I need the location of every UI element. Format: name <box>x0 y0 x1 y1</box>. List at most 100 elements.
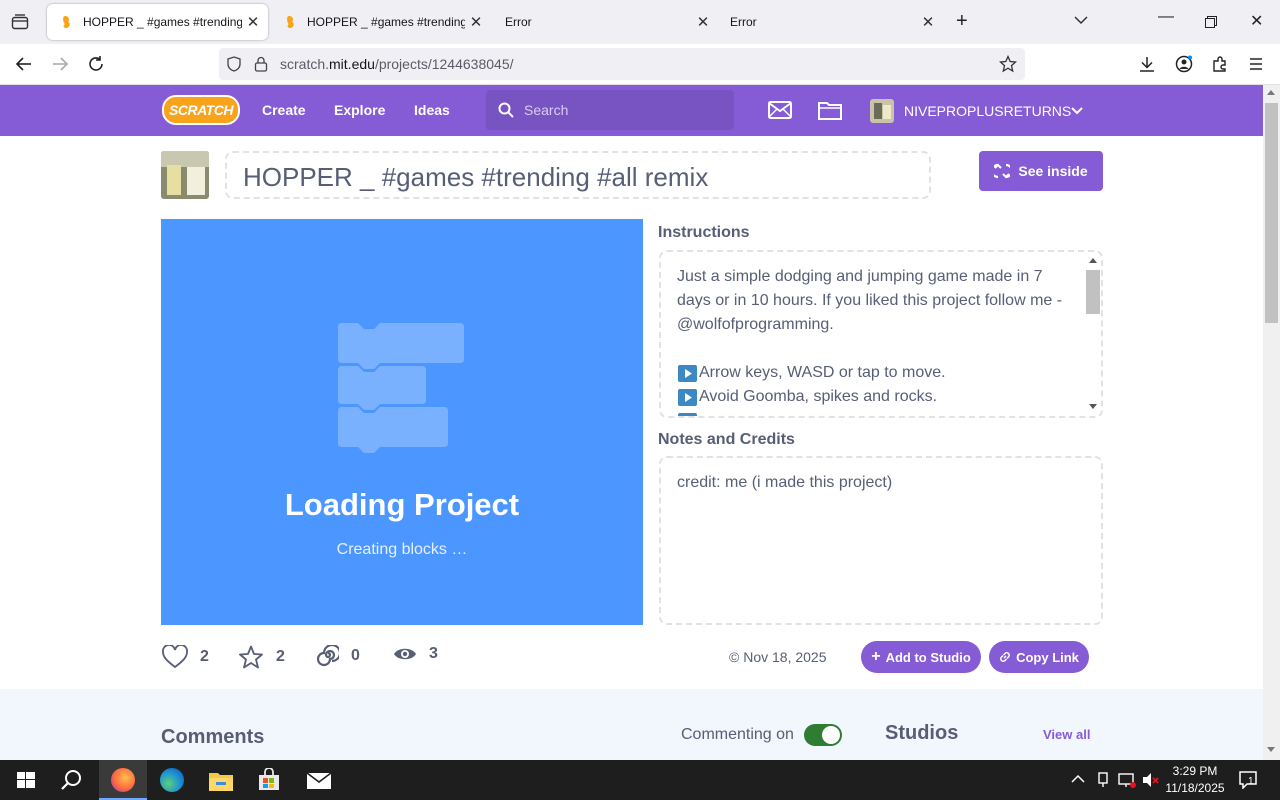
clock[interactable]: 3:29 PM 11/18/2025 <box>1160 763 1230 797</box>
tab-title: Error <box>730 15 757 29</box>
browser-tab-2[interactable]: HOPPER _ #games #trending #all ✕ <box>271 4 491 40</box>
project-stage[interactable]: Loading Project Creating blocks … <box>161 219 643 625</box>
url-text: scratch.mit.edu/projects/1244638045/ <box>280 56 514 72</box>
menu-icon[interactable] <box>1247 55 1265 73</box>
notification-center-icon[interactable]: 1 <box>1239 771 1259 789</box>
shield-icon[interactable] <box>226 56 242 72</box>
volume-muted-icon[interactable] <box>1142 772 1160 788</box>
back-icon[interactable] <box>15 55 33 73</box>
notification-count: 1 <box>1248 776 1254 787</box>
play-emoji-icon <box>678 365 697 382</box>
page-scroll-thumb[interactable] <box>1265 103 1278 323</box>
copy-link-label: Copy Link <box>1016 649 1079 665</box>
username[interactable]: NIVEPROPLUSRETURNS <box>904 103 1071 119</box>
copy-link-button[interactable]: Copy Link <box>989 641 1089 673</box>
scratch-favicon-icon <box>283 14 299 30</box>
instructions-box[interactable]: Just a simple dodging and jumping game m… <box>659 250 1103 418</box>
instructions-line: Arrow keys, WASD or tap to move. <box>699 364 946 381</box>
windows-start-icon[interactable] <box>12 766 40 794</box>
remix-spiral-icon <box>317 645 339 667</box>
remix-stat: 0 <box>317 645 360 667</box>
edge-icon[interactable] <box>160 768 184 792</box>
store-icon[interactable] <box>257 768 281 792</box>
browser-tab-1[interactable]: HOPPER _ #games #trending #all ✕ <box>47 4 268 40</box>
loading-blocks-icon <box>338 323 464 453</box>
search-placeholder: Search <box>524 102 569 118</box>
project-title-field[interactable]: HOPPER _ #games #trending #all remix <box>225 151 931 199</box>
tab-title: Error <box>505 15 532 29</box>
instructions-scroll-thumb[interactable] <box>1086 270 1100 314</box>
favorite-count: 2 <box>276 648 285 665</box>
tab-list-icon[interactable] <box>11 13 29 31</box>
close-tab-icon[interactable]: ✕ <box>917 13 939 31</box>
instructions-line: @wolfofprogramming. <box>677 316 834 333</box>
windows-taskbar: 3:29 PM 11/18/2025 1 <box>0 760 1280 800</box>
notes-box[interactable]: credit: me (i made this project) <box>659 456 1103 625</box>
link-icon <box>999 651 1011 663</box>
add-to-studio-label: Add to Studio <box>885 649 971 665</box>
tab-overflow-chevron-icon[interactable] <box>1074 15 1088 25</box>
mail-icon[interactable] <box>306 770 332 790</box>
add-to-studio-button[interactable]: + Add to Studio <box>861 641 981 673</box>
favorite-stat[interactable]: 2 <box>238 645 285 669</box>
close-tab-icon[interactable]: ✕ <box>242 13 264 31</box>
browser-tab-bar: HOPPER _ #games #trending #all ✕ HOPPER … <box>0 0 1280 44</box>
my-stuff-folder-icon[interactable] <box>818 100 842 120</box>
extensions-icon[interactable] <box>1211 55 1229 73</box>
notes-text: credit: me (i made this project) <box>677 474 893 491</box>
instructions-line: Just a simple dodging and jumping game m… <box>677 268 1043 285</box>
browser-tab-4[interactable]: Error ✕ <box>719 4 943 40</box>
file-explorer-icon[interactable] <box>208 770 234 792</box>
search-input[interactable]: Search <box>486 90 734 130</box>
view-all-link[interactable]: View all <box>1043 727 1090 742</box>
search-icon[interactable] <box>58 766 86 794</box>
close-tab-icon[interactable]: ✕ <box>692 13 714 31</box>
network-icon[interactable] <box>1118 772 1136 788</box>
remix-arrows-icon <box>994 163 1011 179</box>
commenting-label: Commenting on <box>681 726 794 743</box>
eye-icon <box>393 646 417 662</box>
share-date: © Nov 18, 2025 <box>729 649 827 665</box>
avatar[interactable] <box>870 99 894 123</box>
clock-time: 3:29 PM <box>1172 764 1218 778</box>
downloads-icon[interactable] <box>1138 55 1156 73</box>
search-icon <box>498 102 514 118</box>
plus-icon: + <box>871 648 881 665</box>
lock-icon[interactable] <box>254 56 268 72</box>
new-tab-icon[interactable]: + <box>956 10 968 33</box>
instructions-heading: Instructions <box>658 224 750 241</box>
usb-device-icon[interactable] <box>1096 772 1110 788</box>
minimize-icon[interactable]: — <box>1158 8 1174 26</box>
bookmark-star-icon[interactable] <box>999 55 1017 73</box>
forward-icon[interactable] <box>51 55 69 73</box>
restore-icon[interactable] <box>1205 16 1217 28</box>
nav-ideas[interactable]: Ideas <box>414 102 450 118</box>
play-emoji-icon <box>678 389 697 406</box>
instructions-scrollbar[interactable] <box>1085 252 1101 416</box>
comments-heading: Comments <box>161 726 265 748</box>
notes-heading: Notes and Credits <box>658 431 795 448</box>
scratch-logo[interactable]: SCRATCH <box>162 95 240 125</box>
messages-icon[interactable] <box>768 101 792 119</box>
love-stat[interactable]: 2 <box>162 645 209 669</box>
firefox-taskbar-item[interactable] <box>99 760 147 800</box>
loading-status: Creating blocks … <box>336 541 468 558</box>
address-bar[interactable]: scratch.mit.edu/projects/1244638045/ <box>219 48 1025 80</box>
close-window-icon[interactable]: ✕ <box>1250 11 1263 31</box>
nav-create[interactable]: Create <box>262 102 306 118</box>
nav-explore[interactable]: Explore <box>334 102 385 118</box>
heart-icon <box>162 645 188 669</box>
see-inside-button[interactable]: See inside <box>979 151 1103 191</box>
close-tab-icon[interactable]: ✕ <box>465 13 487 31</box>
reload-icon[interactable] <box>87 55 105 73</box>
views-stat: 3 <box>393 645 438 663</box>
account-icon[interactable] <box>1175 55 1193 73</box>
chevron-down-icon[interactable] <box>1071 107 1083 115</box>
tray-chevron-up-icon[interactable] <box>1071 774 1085 784</box>
scratch-nav-bar: SCRATCH Create Explore Ideas Search NIVE… <box>0 85 1263 136</box>
commenting-toggle[interactable] <box>804 724 842 746</box>
love-count: 2 <box>200 648 209 665</box>
browser-tab-3[interactable]: Error ✕ <box>494 4 718 40</box>
views-count: 3 <box>429 645 438 662</box>
project-thumbnail <box>161 151 209 199</box>
